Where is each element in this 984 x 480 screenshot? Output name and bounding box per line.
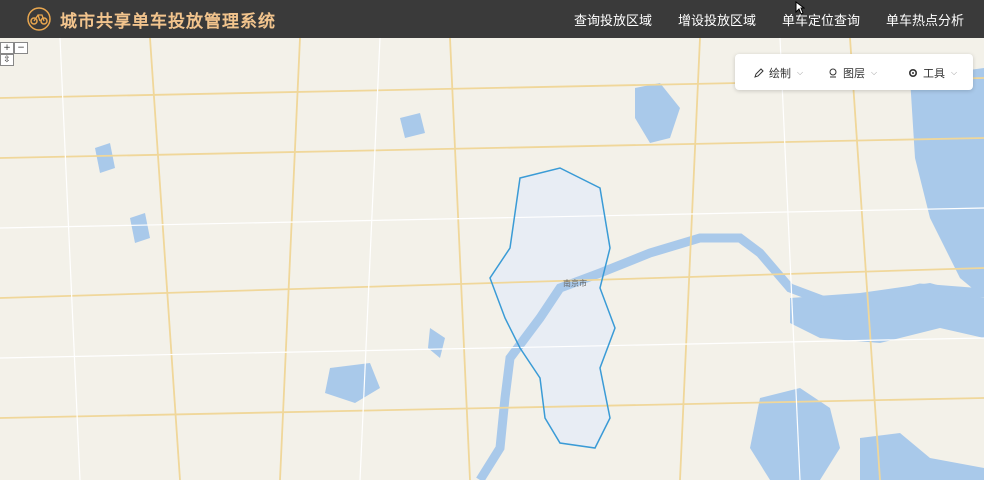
layers-label: 图层 <box>843 67 865 80</box>
region-label: 南京市 <box>563 278 587 288</box>
zoom-out-button[interactable]: − <box>14 42 28 54</box>
draw-tool[interactable]: 绘制 ⌵ <box>753 65 803 81</box>
app-header: 城市共享单车投放管理系统 查询投放区域 增设投放区域 单车定位查询 单车热点分析 <box>0 0 984 38</box>
chevron-down-icon: ⌵ <box>871 68 878 77</box>
tools-label: 工具 <box>923 67 945 80</box>
zoom-reset-button[interactable]: ⇳ <box>0 54 14 66</box>
map-canvas[interactable]: 南京市 <box>0 38 984 480</box>
zoom-controls: + ⇳ <box>0 42 14 66</box>
mouse-cursor-icon <box>795 0 806 19</box>
pencil-icon <box>754 68 764 78</box>
zoom-in-button[interactable]: + <box>0 42 14 54</box>
nav-query-area[interactable]: 查询投放区域 <box>574 10 652 29</box>
nav-hotspot[interactable]: 单车热点分析 <box>886 10 964 29</box>
tools-tool[interactable]: 工具 ⌵ <box>907 65 957 81</box>
layers-tool[interactable]: 图层 ⌵ <box>827 65 877 81</box>
chevron-down-icon: ⌵ <box>951 68 958 77</box>
draw-label: 绘制 <box>769 67 791 80</box>
main-nav: 查询投放区域 增设投放区域 单车定位查询 单车热点分析 <box>574 0 984 38</box>
nav-bike-locate[interactable]: 单车定位查询 <box>782 10 860 29</box>
bicycle-icon <box>24 7 54 31</box>
nav-add-area[interactable]: 增设投放区域 <box>678 10 756 29</box>
gear-icon <box>908 68 918 78</box>
chevron-down-icon: ⌵ <box>797 68 804 77</box>
map-pin-icon <box>829 68 837 78</box>
app-title: 城市共享单车投放管理系统 <box>60 11 276 32</box>
map-toolbar: 绘制 ⌵ 图层 ⌵ 工具 ⌵ <box>735 54 973 90</box>
